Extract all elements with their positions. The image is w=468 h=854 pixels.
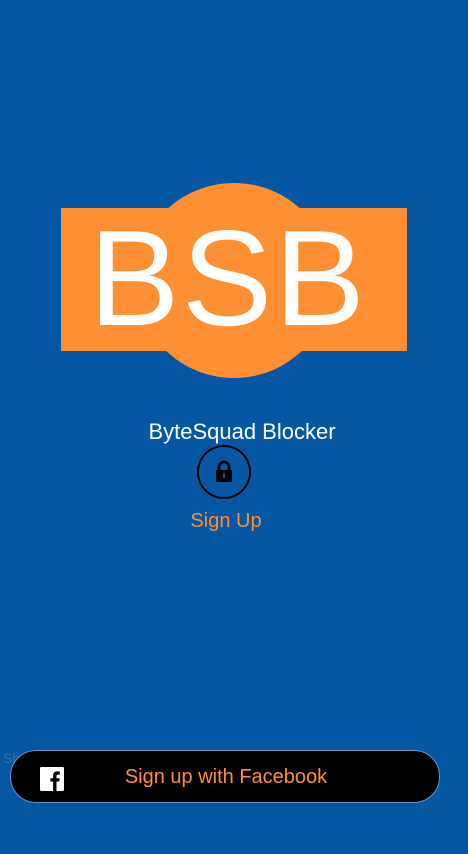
sign-up-with-facebook-button[interactable]: Sign up with Facebook [10, 750, 440, 803]
lock-button[interactable] [197, 445, 251, 499]
app-name: ByteSquad Blocker [148, 419, 336, 444]
lock-icon [216, 460, 232, 482]
facebook-label: Sign up with Facebook [124, 766, 328, 788]
logo-text: BSB [88, 202, 368, 354]
bsb-logo: BSB [61, 183, 407, 378]
sign-up-link[interactable]: Sign Up [0, 508, 452, 534]
